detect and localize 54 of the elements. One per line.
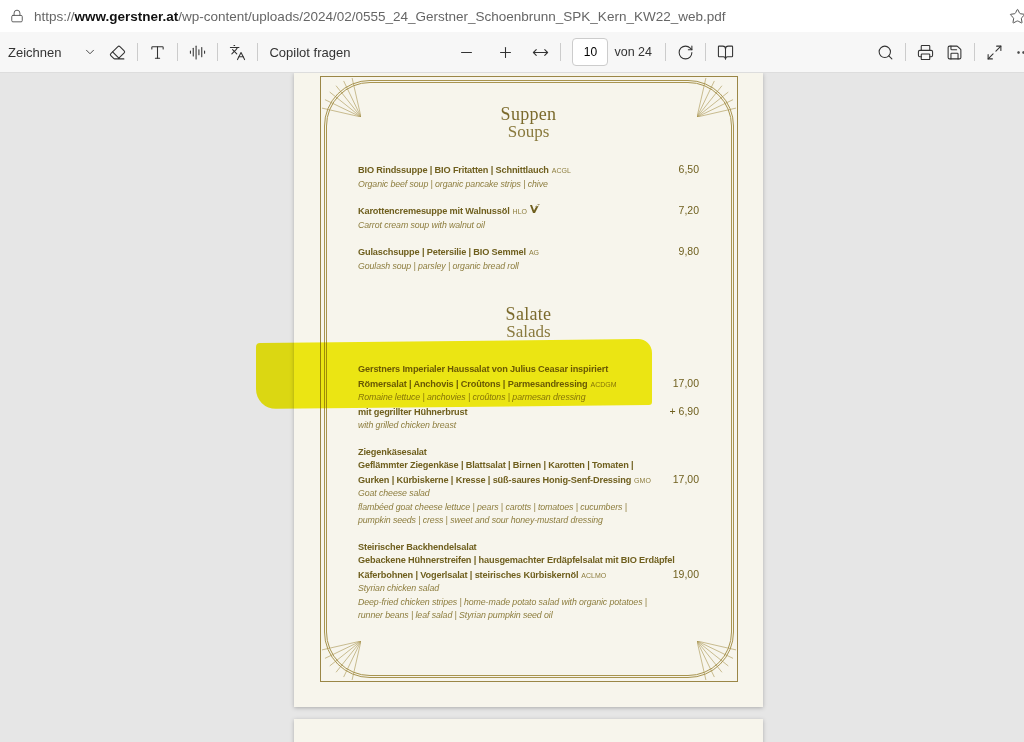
corner-ornament — [697, 641, 737, 681]
star-icon[interactable] — [1009, 7, 1024, 25]
dish-translation: Styrian chicken salad — [358, 582, 440, 595]
audio-icon[interactable] — [189, 43, 207, 61]
draw-button[interactable]: Zeichnen — [2, 40, 104, 64]
dish-translation: Goulash soup | parsley | organic bread roll — [358, 259, 519, 273]
dish-translation: with grilled chicken breast — [358, 419, 457, 432]
dish-title: Steirischer Backhendelsalat — [358, 540, 477, 554]
dish-translation: pumpkin seeds | cress | sweet and sour honey-mustard dressing — [358, 514, 603, 527]
rotate-icon[interactable] — [676, 43, 694, 61]
dish-price: 9,80 — [678, 245, 699, 259]
copilot-button[interactable]: Copilot fragen — [263, 40, 357, 64]
dish-price: 17,00 — [672, 376, 699, 390]
dish-name: mit gegrillter Hühnerbrust — [358, 405, 468, 419]
dish-price: 6,50 — [678, 163, 699, 177]
expand-icon[interactable] — [986, 43, 1003, 61]
eraser-icon[interactable] — [109, 43, 127, 61]
dish-name: Gebackene Hühnerstreifen | hausgemachter Erdäpfelsalat mit BIO Erdäpfel — [358, 554, 675, 567]
section-title: Salate — [504, 305, 553, 323]
dish-name: Geflämmter Ziegenkäse | Blattsalat | Birnen | Karotten | Tomaten | — [358, 459, 634, 472]
dish-translation: Carrot cream soup with walnut oil — [358, 218, 485, 232]
save-icon[interactable] — [946, 43, 963, 61]
dish-price: 19,00 — [672, 567, 699, 581]
dish-translation: runner beans | leaf salad | Styrian pumpkin seed oil — [358, 609, 553, 622]
dish-name: Gulaschsuppe | Petersilie | BIO Semmel — [358, 246, 526, 259]
dish-price: 17,00 — [672, 472, 699, 486]
dish-name: Römersalat | Anchovis | Croûtons | Parmesandressing — [358, 377, 588, 391]
section-title: Suppen — [499, 105, 558, 123]
book-icon[interactable] — [716, 43, 734, 61]
dish-price: + 6,90 — [669, 404, 699, 418]
dish-name: Gurken | Kürbiskerne | Kresse | süß-saures Honig-Senf-Dressing — [358, 473, 632, 487]
page-number-field[interactable]: 10 — [572, 38, 609, 66]
dish-translation: Organic beef soup | organic pancake strips | chive — [358, 177, 548, 191]
lock-icon[interactable] — [10, 9, 24, 23]
page-total: von 24 — [614, 45, 652, 59]
corner-ornament — [321, 641, 361, 681]
dish-name: Käferbohnen | Vogerlsalat | steirisches Kürbiskernöl — [358, 568, 579, 582]
dish-translation: Deep-fried chicken stripes | home-made potato salad with organic potatoes | — [358, 595, 647, 609]
dish-name: BIO Rindssuppe | BIO Fritatten | Schnittlauch — [358, 164, 549, 177]
dish-translation: Romaine lettuce | anchovies | croûtons | parmesan dressing — [358, 391, 586, 404]
dish-title: Gerstners Imperialer Haussalat von Julius Ceasar inspiriert — [358, 363, 609, 376]
search-icon[interactable] — [877, 43, 894, 61]
dish-price: 7,20 — [678, 204, 699, 218]
dish-title: Ziegenkäsesalat — [358, 445, 427, 459]
text-icon[interactable] — [149, 43, 167, 61]
corner-ornament — [697, 77, 737, 117]
section-subtitle: Salads — [505, 323, 552, 341]
dish-translation: Goat cheese salad — [358, 487, 430, 500]
dish-name: Karottencremesuppe mit Walnussöl — [358, 205, 510, 218]
translate-icon[interactable] — [229, 43, 247, 61]
corner-ornament — [321, 77, 361, 117]
printer-icon[interactable] — [917, 43, 934, 61]
dish-translation: flambéed goat cheese lettuce | pears | carotts | tomatoes | cucumbers | — [358, 500, 627, 514]
section-subtitle: Soups — [507, 123, 550, 141]
